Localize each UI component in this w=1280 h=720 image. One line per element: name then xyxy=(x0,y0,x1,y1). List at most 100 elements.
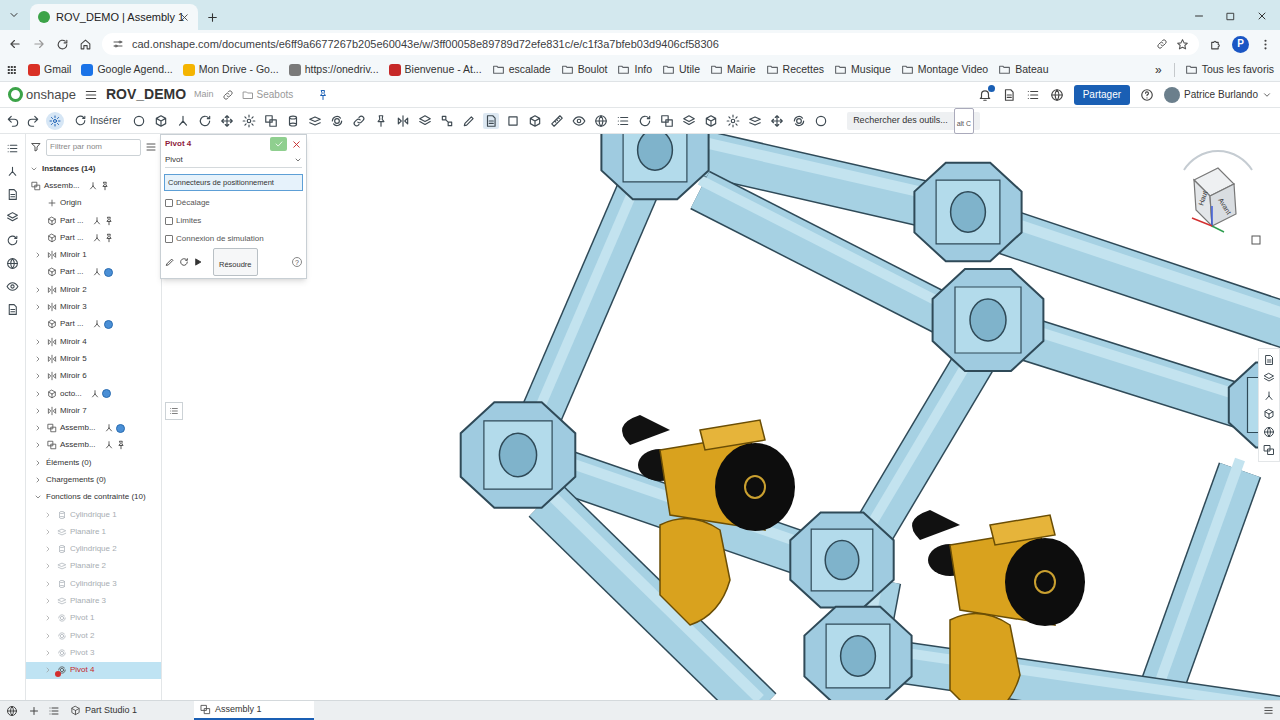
expand-arrow-icon[interactable] xyxy=(32,286,44,294)
instance-row[interactable]: Miroir 7 xyxy=(26,402,161,419)
undo-icon[interactable] xyxy=(6,114,20,128)
mate-row[interactable]: Planaire 1 xyxy=(26,523,161,540)
expand-arrow-icon[interactable] xyxy=(32,476,44,484)
tool-eye-icon[interactable] xyxy=(571,113,587,129)
expand-arrow-icon[interactable] xyxy=(32,338,44,346)
tool-mate-icon[interactable] xyxy=(175,113,191,129)
mate-row[interactable]: Pivot 2 xyxy=(26,627,161,644)
rail-globe-icon[interactable] xyxy=(6,257,19,270)
play-icon[interactable] xyxy=(193,257,203,267)
bookmark[interactable]: Musique xyxy=(834,62,891,78)
checkbox[interactable] xyxy=(165,235,173,243)
rail-doc-icon[interactable] xyxy=(6,303,19,316)
key-icon[interactable] xyxy=(1156,38,1168,50)
connectors-field[interactable]: Connecteurs de positionnement xyxy=(164,174,303,191)
tools-icon[interactable] xyxy=(46,112,64,130)
instance-row[interactable]: Miroir 5 xyxy=(26,350,161,367)
tool-layers-icon[interactable] xyxy=(417,113,433,129)
bookmark[interactable]: Mon Drive - Go... xyxy=(183,62,279,78)
tool-cyl-icon[interactable] xyxy=(285,113,301,129)
animate-icon[interactable] xyxy=(179,257,189,267)
bookmark[interactable]: escalade xyxy=(492,62,551,78)
reload-icon[interactable] xyxy=(56,38,69,51)
add-tab-icon[interactable] xyxy=(28,705,40,717)
bookmark[interactable]: Google Agend... xyxy=(81,62,172,78)
back-icon[interactable] xyxy=(8,37,22,51)
home-icon[interactable] xyxy=(79,38,92,51)
profile-avatar[interactable]: P xyxy=(1232,36,1249,53)
instance-row[interactable]: Part ... xyxy=(26,316,161,333)
tool-circle-icon[interactable] xyxy=(813,113,829,129)
mate-row[interactable]: Pivot 1 xyxy=(26,610,161,627)
bookmark[interactable]: Boulot xyxy=(561,62,608,78)
instance-row[interactable]: Part ... xyxy=(26,229,161,246)
expand-arrow-icon[interactable] xyxy=(32,251,44,259)
expand-arrow-icon[interactable] xyxy=(32,390,44,398)
bookmark[interactable]: Recettes xyxy=(766,62,824,78)
expand-arrow-icon[interactable] xyxy=(32,493,44,501)
mate-row[interactable]: Cylindrique 3 xyxy=(26,575,161,592)
apps-icon[interactable] xyxy=(6,64,18,76)
type-select[interactable]: Pivot xyxy=(165,153,302,168)
tool-search[interactable]: Rechercher des outils...alt C xyxy=(847,112,980,130)
bookmark[interactable]: https://onedriv... xyxy=(289,62,379,78)
redo-icon[interactable] xyxy=(26,114,40,128)
rail-eye-icon[interactable] xyxy=(6,280,19,293)
instance-row[interactable]: Miroir 2 xyxy=(26,281,161,298)
instance-row[interactable]: Assemb... xyxy=(26,437,161,454)
tool-cube-icon[interactable] xyxy=(527,113,543,129)
tool-gear-icon[interactable] xyxy=(241,113,257,129)
tool-plane-icon[interactable] xyxy=(747,113,763,129)
rail-list-icon[interactable] xyxy=(6,142,19,155)
rail-doc-icon[interactable] xyxy=(6,188,19,201)
instance-row[interactable]: Miroir 6 xyxy=(26,368,161,385)
bookmark[interactable]: Mairie xyxy=(710,62,756,78)
checkbox[interactable] xyxy=(165,217,173,225)
expand-arrow-icon[interactable] xyxy=(32,372,44,380)
expand-arrow-icon[interactable] xyxy=(32,459,44,467)
main-menu-icon[interactable] xyxy=(84,88,98,102)
browser-menu-icon[interactable] xyxy=(1259,38,1272,51)
help-button[interactable]: ? xyxy=(292,257,302,267)
section-row[interactable]: Fonctions de contrainte (10) xyxy=(26,489,161,506)
tab-manager-icon[interactable] xyxy=(1263,705,1274,716)
checkbox[interactable] xyxy=(165,199,173,207)
bookmark[interactable]: Gmail xyxy=(28,62,71,78)
expand-arrow-icon[interactable] xyxy=(28,165,40,173)
option-row[interactable]: Décalage xyxy=(161,194,306,212)
tool-explode-icon[interactable] xyxy=(439,113,455,129)
all-bookmarks[interactable]: Tous les favoris xyxy=(1185,62,1274,78)
bookmark-star-icon[interactable] xyxy=(1176,38,1189,51)
bookmark[interactable]: Bateau xyxy=(998,62,1048,78)
tool-measure-icon[interactable] xyxy=(549,113,565,129)
tab-list-icon[interactable] xyxy=(48,705,60,717)
document-tab[interactable]: Assembly 1 xyxy=(194,701,314,720)
instance-row[interactable]: Miroir 1 xyxy=(26,246,161,263)
tool-cube-icon[interactable] xyxy=(153,113,169,129)
insert-button[interactable]: Insérer xyxy=(70,113,125,128)
tool-twosq-icon[interactable] xyxy=(659,113,675,129)
mate-row[interactable]: Cylindrique 1 xyxy=(26,506,161,523)
pin-icon[interactable] xyxy=(317,89,329,101)
assembly-model[interactable] xyxy=(162,134,1280,700)
tool-list-icon[interactable] xyxy=(615,113,631,129)
panel-doc-icon[interactable] xyxy=(1263,354,1275,366)
folder-icon[interactable] xyxy=(242,89,254,101)
edit-icon[interactable] xyxy=(165,257,175,267)
filter-field[interactable]: Filtrer par nom xyxy=(46,139,141,156)
new-tab-icon[interactable] xyxy=(206,11,219,24)
instance-row[interactable]: Part ... xyxy=(26,212,161,229)
versions-icon[interactable] xyxy=(1026,88,1040,102)
tool-layers-icon[interactable] xyxy=(681,113,697,129)
panel-twosq-icon[interactable] xyxy=(1263,444,1275,456)
instance-row[interactable]: Assemb... xyxy=(26,177,161,194)
option-row[interactable]: Connexion de simulation xyxy=(161,230,306,248)
forward-icon[interactable] xyxy=(32,37,46,51)
tool-cube-icon[interactable] xyxy=(703,113,719,129)
help-icon[interactable] xyxy=(1140,88,1154,102)
tab-list-icon[interactable] xyxy=(6,7,22,23)
expand-arrow-icon[interactable] xyxy=(32,441,44,449)
maximize-icon[interactable] xyxy=(1225,11,1236,22)
instance-row[interactable]: Miroir 4 xyxy=(26,333,161,350)
instances-header[interactable]: Instances (14) xyxy=(26,160,161,177)
